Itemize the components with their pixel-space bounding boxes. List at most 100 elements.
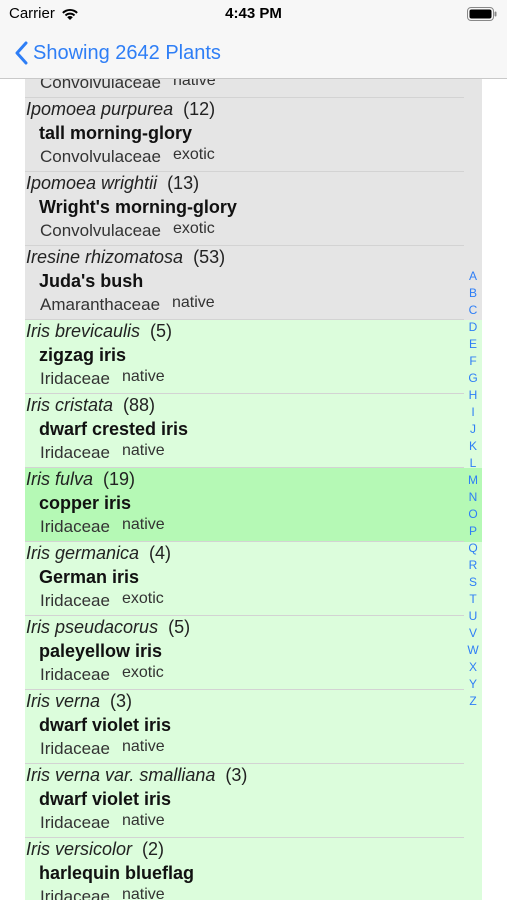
index-letter-w[interactable]: W [464,642,482,659]
native-status: exotic [122,590,164,607]
native-status: native [122,886,165,900]
native-status: native [122,516,165,533]
index-letter-i[interactable]: I [464,404,482,421]
list-item[interactable]: Iris germanica (4) German iris Iridaceae exo… [25,542,482,616]
index-letter-f[interactable]: F [464,353,482,370]
index-letter-l[interactable]: L [464,455,482,472]
common-name: harlequin blueflag [39,863,195,883]
native-status: exotic [173,220,215,237]
scientific-name-text: Iris verna var. smalliana [26,765,216,785]
index-letter-e[interactable]: E [464,336,482,353]
observation-count: (13) [167,173,200,193]
observation-count: (2) [142,839,165,859]
observation-count: (19) [103,469,136,489]
observation-count: (5) [168,617,191,637]
family-name: Convolvulaceae [40,147,161,166]
list-item-selected[interactable]: Iris fulva (19) copper iris Iridaceae native [25,468,482,542]
index-letter-y[interactable]: Y [464,676,482,693]
index-letter-r[interactable]: R [464,557,482,574]
scientific-name: Iris pseudacorus (5) [26,617,190,638]
index-letter-k[interactable]: K [464,438,482,455]
index-letter-q[interactable]: Q [464,540,482,557]
observation-count: (88) [123,395,156,415]
scientific-name: Ipomoea purpurea (12) [26,99,215,120]
list-item[interactable]: Ipomoea wrightii (13) Wright's morning-glo… [25,172,482,246]
scientific-name-text: Iresine rhizomatosa [26,247,184,267]
scientific-name: Iresine rhizomatosa (53) [26,247,225,268]
list-item[interactable]: Iresine rhizomatosa (53) Juda's bush Amaran… [25,246,482,320]
common-name: Juda's bush [39,271,144,291]
common-name: Wright's morning-glory [39,197,237,217]
scientific-name: Iris verna (3) [26,691,132,712]
index-letter-b[interactable]: B [464,285,482,302]
common-name: tall morning-glory [39,123,192,143]
scientific-name-text: Iris versicolor [26,839,133,859]
observation-count: (3) [110,691,133,711]
list-item[interactable]: Iris versicolor (2) harlequin blueflag Irid… [25,838,482,900]
scientific-name-text: Iris pseudacorus [26,617,159,637]
family-name: Iridaceae [40,591,110,610]
plant-list[interactable]: Convolvulaceae native Ipomoea purpurea (12)… [25,79,482,900]
scientific-name: Ipomoea wrightii (13) [26,173,199,194]
native-status: native [122,368,165,385]
native-status: exotic [122,664,164,681]
index-letter-a[interactable]: A [464,268,482,285]
family-name: Iridaceae [40,887,110,900]
section-index-bar[interactable]: ABCDEFGHIJKLMNOPQRSTUVWXYZ [464,268,482,710]
native-status: native [122,738,165,755]
index-letter-n[interactable]: N [464,489,482,506]
list-item[interactable]: Iris verna var. smalliana (3) dwarf violet… [25,764,482,838]
observation-count: (12) [183,99,216,119]
observation-count: (3) [225,765,248,785]
scientific-name-text: Ipomoea purpurea [26,99,174,119]
family-name: Convolvulaceae [40,79,161,92]
scientific-name-text: Iris verna [26,691,101,711]
back-button-label: Showing 2642 Plants [33,41,221,64]
family-name: Amaranthaceae [40,295,161,314]
navigation-bar: Showing 2642 Plants [0,28,507,79]
scientific-name-text: Iris brevicaulis [26,321,141,341]
common-name: paleyellow iris [39,641,163,661]
list-item[interactable]: Iris verna (3) dwarf violet iris Iridaceae n… [25,690,482,764]
back-button[interactable]: Showing 2642 Plants [14,38,221,68]
list-item[interactable]: Iris cristata (88) dwarf crested iris Irida… [25,394,482,468]
scientific-name: Iris cristata (88) [26,395,155,416]
list-item[interactable]: Iris pseudacorus (5) paleyellow iris Iridac… [25,616,482,690]
list-item[interactable]: Convolvulaceae native [25,79,482,98]
battery-icon [467,7,497,21]
index-letter-s[interactable]: S [464,574,482,591]
index-letter-j[interactable]: J [464,421,482,438]
scientific-name: Iris fulva (19) [26,469,135,490]
native-status: native [122,442,165,459]
family-name: Convolvulaceae [40,221,161,240]
chevron-left-icon [15,41,28,65]
index-letter-x[interactable]: X [464,659,482,676]
scientific-name-text: Iris cristata [26,395,114,415]
index-letter-d[interactable]: D [464,319,482,336]
index-letter-c[interactable]: C [464,302,482,319]
scientific-name: Iris verna var. smalliana (3) [26,765,247,786]
common-name: German iris [39,567,140,587]
family-name: Iridaceae [40,665,110,684]
index-letter-p[interactable]: P [464,523,482,540]
status-time: 4:43 PM [225,5,282,22]
family-name: Iridaceae [40,443,110,462]
index-letter-u[interactable]: U [464,608,482,625]
index-letter-o[interactable]: O [464,506,482,523]
status-bar: Carrier 4:43 PM [0,0,507,28]
index-letter-m[interactable]: M [464,472,482,489]
common-name: copper iris [39,493,132,513]
scientific-name: Iris versicolor (2) [26,839,164,860]
native-status: native [122,812,165,829]
index-letter-h[interactable]: H [464,387,482,404]
scientific-name: Iris brevicaulis (5) [26,321,172,342]
common-name: dwarf violet iris [39,715,172,735]
index-letter-v[interactable]: V [464,625,482,642]
list-item[interactable]: Iris brevicaulis (5) zigzag iris Iridaceae n… [25,320,482,394]
family-name: Iridaceae [40,369,110,388]
observation-count: (5) [150,321,173,341]
index-letter-t[interactable]: T [464,591,482,608]
index-letter-g[interactable]: G [464,370,482,387]
list-item[interactable]: Ipomoea purpurea (12) tall morning-glory Co… [25,98,482,172]
index-letter-z[interactable]: Z [464,693,482,710]
